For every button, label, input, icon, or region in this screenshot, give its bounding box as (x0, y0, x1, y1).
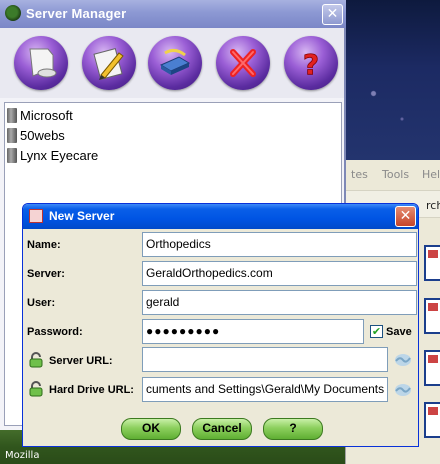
lock-icon (29, 381, 43, 397)
browse-globe-icon[interactable] (394, 352, 412, 368)
background-menubar: tes Tools Help (346, 166, 440, 186)
dialog-help-button[interactable]: ? (263, 418, 323, 440)
server-document-icon (7, 108, 17, 123)
user-label: User: (27, 297, 56, 309)
taskbar-status-text: Mozilla (5, 450, 40, 461)
ok-button[interactable]: OK (121, 418, 181, 440)
toolbar-search-text[interactable]: rch (426, 199, 440, 212)
connect-icon (159, 48, 191, 75)
lock-icon (29, 352, 43, 368)
name-label: Name: (27, 239, 61, 251)
server-name: Microsoft (20, 108, 73, 123)
hard-drive-url-field[interactable]: cuments and Settings\Gerald\My Documents (142, 377, 388, 402)
desktop-wallpaper (345, 0, 440, 170)
server-name: 50webs (20, 128, 65, 143)
list-item[interactable]: Microsoft (5, 106, 305, 126)
delete-server-button[interactable] (216, 36, 270, 90)
list-item[interactable]: Lynx Eyecare (5, 146, 305, 166)
connect-server-button[interactable] (148, 36, 202, 90)
password-field[interactable]: ●●●●●●●●● (142, 319, 364, 344)
save-label: Save (386, 326, 412, 338)
server-document-icon (7, 128, 17, 143)
window-title: Server Manager (26, 6, 127, 21)
svg-text:?: ? (303, 48, 319, 81)
server-manager-toolbar: ? (0, 28, 344, 98)
background-thumbnail[interactable] (424, 245, 440, 281)
edit-server-button[interactable] (82, 36, 136, 90)
password-label: Password: (27, 326, 83, 338)
name-field[interactable]: Orthopedics (142, 232, 417, 257)
delete-icon (230, 49, 256, 77)
menu-tools[interactable]: Tools (382, 168, 409, 181)
new-server-button[interactable] (14, 36, 68, 90)
new-document-icon (29, 48, 57, 78)
server-url-field[interactable] (142, 347, 388, 372)
dialog-titlebar[interactable]: New Server ✕ (23, 204, 418, 229)
background-thumbnail[interactable] (424, 402, 440, 438)
dialog-close-button[interactable]: ✕ (395, 206, 416, 227)
server-document-icon (7, 148, 17, 163)
background-thumbnail[interactable] (424, 350, 440, 386)
user-field[interactable]: gerald (142, 290, 417, 315)
server-name: Lynx Eyecare (20, 148, 99, 163)
hard-drive-url-label: Hard Drive URL: (49, 384, 134, 396)
save-checkbox[interactable]: ✔ (370, 325, 383, 338)
dialog-app-icon (29, 209, 43, 223)
cancel-button[interactable]: Cancel (192, 418, 252, 440)
browse-globe-icon[interactable] (394, 382, 412, 398)
help-button[interactable]: ? (284, 36, 338, 90)
server-field[interactable]: GeraldOrthopedics.com (142, 261, 417, 286)
menu-help[interactable]: Help (422, 168, 440, 181)
list-item[interactable]: 50webs (5, 126, 305, 146)
menu-partial[interactable]: tes (351, 168, 368, 181)
background-thumbnail[interactable] (424, 298, 440, 334)
server-label: Server: (27, 268, 65, 280)
help-icon: ? (302, 48, 319, 82)
new-server-dialog: New Server ✕ Name: Orthopedics Server: G… (22, 203, 419, 447)
edit-icon (93, 47, 124, 81)
dialog-title: New Server (49, 209, 115, 223)
server-url-label: Server URL: (49, 355, 113, 367)
turtle-app-icon (5, 5, 21, 21)
close-button[interactable]: ✕ (322, 4, 343, 25)
server-manager-titlebar[interactable]: Server Manager ✕ (0, 0, 346, 28)
